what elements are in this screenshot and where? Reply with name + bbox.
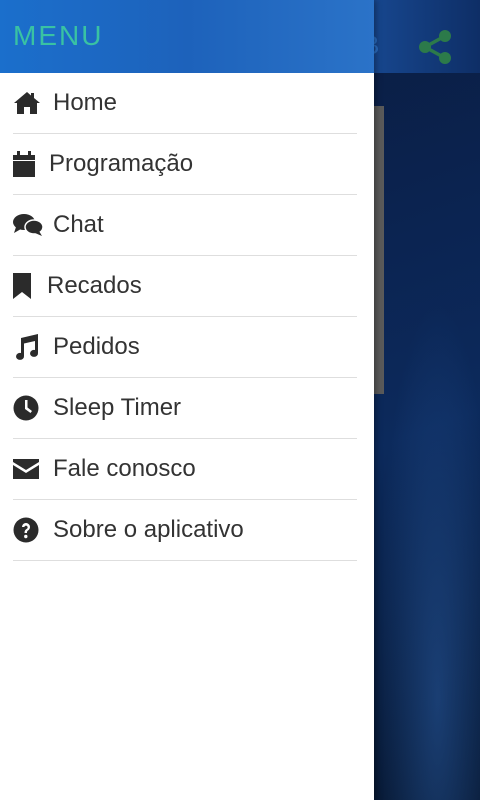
menu-item-label: Sleep Timer xyxy=(53,394,182,421)
music-note-icon xyxy=(13,333,43,361)
share-icon[interactable] xyxy=(416,28,454,66)
menu-item-programacao[interactable]: Programação xyxy=(13,134,357,195)
background-glow xyxy=(374,300,480,800)
envelope-icon xyxy=(13,455,43,483)
menu-item-label: Programação xyxy=(49,150,194,177)
menu-item-sleep-timer[interactable]: Sleep Timer xyxy=(13,378,357,439)
bookmark-icon xyxy=(13,272,37,300)
question-circle-icon xyxy=(13,516,43,544)
menu-item-label: Sobre o aplicativo xyxy=(53,516,244,543)
menu-item-label: Pedidos xyxy=(53,333,140,360)
navigation-drawer: MENU Home Programação Chat Recados Pedid… xyxy=(0,0,374,800)
clock-icon xyxy=(13,394,43,422)
menu-item-label: Recados xyxy=(47,272,142,299)
menu-item-fale-conosco[interactable]: Fale conosco xyxy=(13,439,357,500)
app-screen: B MENU Home xyxy=(0,0,480,800)
menu-item-recados[interactable]: Recados xyxy=(13,256,357,317)
menu-list: Home Programação Chat Recados Pedidos Sl… xyxy=(0,73,374,561)
home-icon xyxy=(13,89,43,117)
menu-item-label: Home xyxy=(53,89,118,116)
menu-item-sobre[interactable]: Sobre o aplicativo xyxy=(13,500,357,561)
menu-item-label: Chat xyxy=(53,211,104,238)
chat-icon xyxy=(13,211,43,239)
menu-item-chat[interactable]: Chat xyxy=(13,195,357,256)
menu-item-label: Fale conosco xyxy=(53,455,196,482)
menu-item-home[interactable]: Home xyxy=(13,73,357,134)
calendar-icon xyxy=(13,150,39,178)
menu-item-pedidos[interactable]: Pedidos xyxy=(13,317,357,378)
drawer-title: MENU xyxy=(13,20,104,51)
drawer-header: MENU xyxy=(0,0,374,73)
